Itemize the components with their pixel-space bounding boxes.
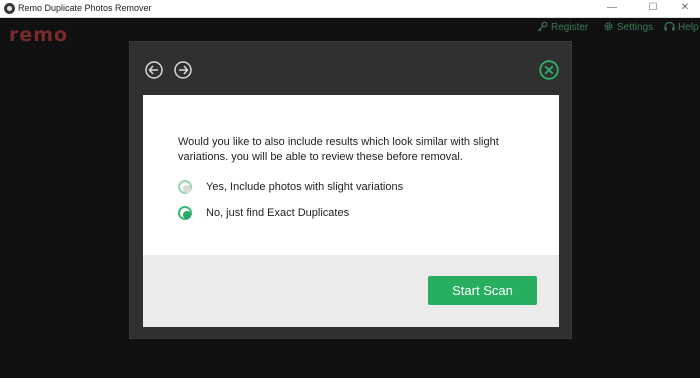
minimize-button[interactable]: —	[597, 0, 627, 17]
close-window-button[interactable]: ✕	[670, 0, 700, 17]
close-icon[interactable]	[539, 60, 559, 80]
nav-help-label: Help	[678, 22, 699, 33]
dialog-content: Would you like to also include results w…	[143, 95, 559, 327]
window-title: Remo Duplicate Photos Remover	[18, 3, 152, 13]
dialog-footer: Start Scan	[143, 255, 559, 327]
radio-include-variations[interactable]	[178, 180, 192, 194]
option-include-variations-label: Yes, Include photos with slight variatio…	[206, 181, 404, 193]
radio-exact-duplicates[interactable]	[178, 206, 192, 220]
arrow-right-icon[interactable]	[174, 61, 192, 79]
maximize-button[interactable]: ☐	[638, 0, 668, 17]
key-icon	[537, 21, 548, 32]
option-exact-duplicates-label: No, just find Exact Duplicates	[206, 207, 350, 219]
arrow-left-icon[interactable]	[145, 61, 163, 79]
scan-options-dialog: Would you like to also include results w…	[129, 41, 572, 339]
nav-register[interactable]: Register	[537, 21, 588, 33]
start-scan-button[interactable]: Start Scan	[428, 276, 537, 305]
nav-register-label: Register	[551, 22, 589, 33]
help-icon	[664, 21, 675, 31]
gear-icon	[604, 22, 613, 31]
question-text: Would you like to also include results w…	[178, 136, 499, 163]
nav-settings[interactable]: Settings	[603, 21, 653, 33]
nav-help[interactable]: Help	[664, 21, 699, 33]
window-title-bar: Remo Duplicate Photos Remover — ☐ ✕	[0, 0, 700, 18]
nav-settings-label: Settings	[617, 22, 654, 33]
app-icon	[4, 3, 15, 14]
remo-logo: remo	[9, 24, 69, 46]
